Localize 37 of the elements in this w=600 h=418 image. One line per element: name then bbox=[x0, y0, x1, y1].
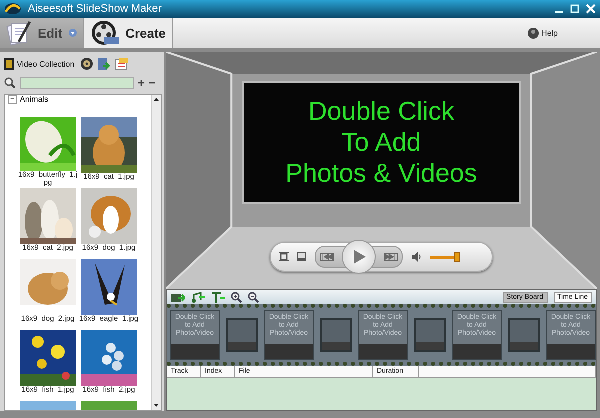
disc-icon[interactable] bbox=[80, 58, 93, 70]
add-video-icon[interactable] bbox=[171, 292, 185, 302]
video-collection-button[interactable]: Video Collection bbox=[4, 58, 77, 70]
add-button[interactable]: + bbox=[138, 77, 146, 89]
maximize-icon[interactable] bbox=[570, 4, 580, 14]
search-icon bbox=[4, 77, 16, 89]
search-field[interactable] bbox=[20, 77, 134, 89]
app-logo-icon bbox=[4, 3, 22, 15]
toolbar-tab[interactable]: Edit bbox=[0, 18, 84, 48]
film-reel-icon bbox=[90, 20, 120, 46]
play-button[interactable] bbox=[342, 240, 376, 274]
toolbar-tab[interactable]: Create bbox=[84, 18, 174, 48]
notes-icon[interactable] bbox=[114, 57, 129, 71]
volume-slider[interactable] bbox=[430, 252, 458, 262]
fullscreen-icon[interactable] bbox=[279, 252, 289, 262]
help-icon bbox=[528, 28, 539, 38]
help-button[interactable]: Help bbox=[528, 18, 558, 48]
previous-icon[interactable] bbox=[320, 253, 334, 261]
volume-thumb[interactable] bbox=[454, 252, 460, 262]
document-pen-icon bbox=[6, 20, 32, 46]
film-icon bbox=[4, 58, 14, 70]
add-text-icon[interactable] bbox=[211, 292, 225, 302]
zoom-in-icon[interactable] bbox=[231, 292, 242, 302]
add-music-icon[interactable] bbox=[191, 292, 205, 302]
add-media-prompt: Double Click To Add Photos & Videos bbox=[286, 96, 478, 189]
next-icon[interactable] bbox=[384, 253, 398, 261]
play-icon bbox=[351, 249, 367, 265]
preview-screen[interactable]: Double Click To Add Photos & Videos bbox=[242, 81, 521, 204]
volume-icon[interactable] bbox=[411, 252, 422, 262]
scrollbar[interactable] bbox=[151, 95, 161, 410]
close-icon[interactable] bbox=[586, 4, 596, 14]
zoom-out-icon[interactable] bbox=[248, 292, 259, 302]
window-title: Aiseesoft SlideShow Maker bbox=[28, 3, 163, 15]
dropdown-caret-icon[interactable] bbox=[68, 29, 77, 37]
snapshot-icon[interactable] bbox=[297, 252, 307, 262]
category-label[interactable]: Animals bbox=[20, 95, 48, 104]
remove-button[interactable]: − bbox=[149, 77, 156, 89]
